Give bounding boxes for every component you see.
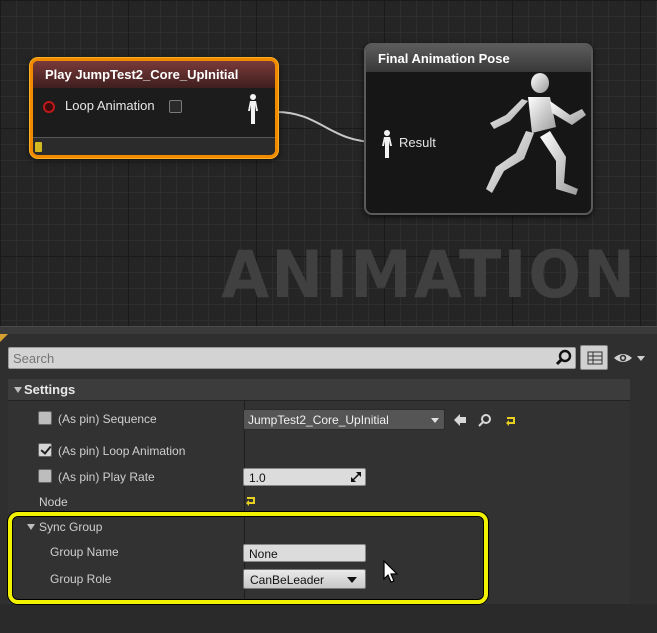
chevron-down-icon [431, 418, 439, 423]
sync-group-collapse-icon[interactable] [27, 524, 35, 530]
use-selected-arrow-icon[interactable] [453, 413, 467, 427]
settings-title: Settings [24, 382, 76, 397]
sequence-value: JumpTest2_Core_UpInitial [248, 413, 389, 427]
group-name-input[interactable]: None [243, 544, 366, 562]
property-matrix-button[interactable] [580, 345, 608, 370]
animation-graph-canvas[interactable]: ANIMATION Play JumpTest2_Core_UpInitial … [0, 0, 657, 326]
loop-animation-label: Loop Animation [65, 98, 155, 113]
grid-view-icon [587, 351, 603, 365]
details-panel: Settings (As pin) Sequence JumpTest2_Cor… [0, 334, 657, 633]
sequence-pin-checkbox[interactable] [38, 411, 52, 425]
panel-footer [0, 604, 657, 633]
play-rate-input[interactable]: 1.0 [243, 468, 366, 486]
sync-group-label[interactable]: Sync Group [39, 520, 102, 534]
pose-output-pin-icon[interactable] [245, 93, 261, 125]
spin-drag-icon[interactable] [351, 472, 361, 482]
panel-tab-marker [0, 334, 8, 342]
loop-animation-pin[interactable] [43, 101, 55, 113]
final-animation-pose-node[interactable]: Final Animation Pose Result [364, 43, 593, 215]
browse-magnifier-icon[interactable] [478, 413, 492, 427]
collapse-arrow-icon[interactable] [14, 387, 22, 393]
final-node-title: Final Animation Pose [366, 45, 591, 72]
eye-visibility-icon[interactable] [612, 350, 646, 366]
group-name-label: Group Name [50, 545, 119, 559]
play-rate-pin-checkbox[interactable] [38, 469, 52, 483]
loop-animation-checkbox[interactable] [169, 100, 182, 113]
reset-to-default-icon[interactable] [504, 414, 518, 428]
panel-splitter[interactable] [0, 326, 657, 334]
playback-progress-fill [35, 142, 42, 152]
play-rate-label: (As pin) Play Rate [58, 470, 155, 484]
playback-progress-bar [33, 137, 275, 155]
sequence-label: (As pin) Sequence [58, 412, 157, 426]
chevron-down-icon [347, 577, 357, 583]
loop-animation-row-label: (As pin) Loop Animation [58, 444, 186, 458]
group-name-value: None [249, 547, 278, 561]
settings-section-header[interactable]: Settings [8, 379, 630, 401]
group-role-dropdown[interactable]: CanBeLeader [243, 569, 366, 589]
node-label: Node [39, 495, 68, 509]
node-reset-icon[interactable] [244, 494, 258, 508]
mannequin-icon [486, 73, 586, 195]
search-icon[interactable] [555, 349, 573, 367]
result-pin-icon[interactable] [380, 129, 394, 159]
play-rate-value: 1.0 [249, 471, 266, 485]
result-label: Result [399, 135, 436, 150]
search-input[interactable] [8, 347, 576, 369]
settings-properties: (As pin) Sequence JumpTest2_Core_UpIniti… [8, 401, 630, 604]
play-animation-node[interactable]: Play JumpTest2_Core_UpInitial Loop Anima… [30, 58, 278, 158]
play-node-title: Play JumpTest2_Core_UpInitial [33, 61, 275, 88]
mouse-cursor-icon [383, 560, 399, 583]
group-role-label: Group Role [50, 572, 112, 586]
group-role-value: CanBeLeader [250, 573, 325, 587]
loop-animation-pin-checkbox[interactable] [38, 443, 52, 457]
sequence-dropdown[interactable]: JumpTest2_Core_UpInitial [243, 409, 445, 430]
